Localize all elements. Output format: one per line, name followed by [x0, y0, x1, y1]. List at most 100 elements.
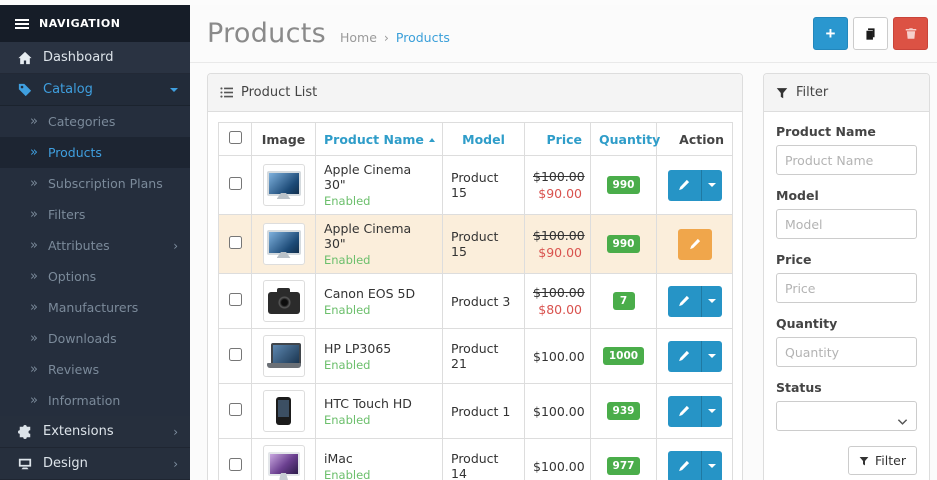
row-image-cell: [252, 215, 316, 274]
pencil-icon: [678, 350, 690, 362]
sidebar-item-label: Categories: [48, 114, 178, 129]
sidebar-item-categories[interactable]: »Categories: [0, 106, 190, 137]
double-angle-icon: »: [30, 269, 38, 284]
delete-product-button[interactable]: [893, 17, 928, 50]
filter-quantity-input[interactable]: [776, 337, 917, 367]
sidebar-item-catalog[interactable]: Catalog: [0, 74, 190, 106]
column-header-label: Model: [462, 132, 505, 147]
column-header-price[interactable]: Price: [525, 123, 591, 156]
sidebar-item-information[interactable]: »Information: [0, 385, 190, 416]
edit-button[interactable]: [678, 229, 712, 260]
edit-dropdown-toggle[interactable]: [701, 286, 722, 317]
column-header-product-name[interactable]: Product Name: [316, 123, 443, 156]
edit-button[interactable]: [668, 451, 701, 480]
list-icon: [220, 86, 233, 99]
sidebar-item-subscription-plans[interactable]: »Subscription Plans: [0, 168, 190, 199]
quantity-badge: 939: [607, 402, 641, 420]
quantity-badge: 7: [613, 292, 635, 310]
column-header-model[interactable]: Model: [443, 123, 525, 156]
row-checkbox[interactable]: [229, 403, 242, 416]
filter-group-product-name: Product Name: [776, 124, 917, 175]
product-image: [263, 335, 305, 377]
row-checkbox[interactable]: [229, 348, 242, 361]
filter-button[interactable]: Filter: [848, 446, 917, 475]
main-content: Products Home › Products +: [190, 5, 937, 480]
select-all-checkbox[interactable]: [229, 131, 242, 144]
table-row: HTC Touch HDEnabledProduct 1$100.00939: [219, 384, 733, 439]
breadcrumb-home[interactable]: Home: [340, 30, 377, 45]
edit-button[interactable]: [668, 170, 701, 201]
puzzle-icon: [15, 425, 35, 439]
pencil-icon: [678, 460, 690, 472]
sidebar-item-design[interactable]: Design ›: [0, 448, 190, 480]
product-image: [263, 164, 305, 206]
filter-button-label: Filter: [875, 453, 906, 468]
sidebar-item-dashboard[interactable]: Dashboard: [0, 42, 190, 74]
edit-dropdown-toggle[interactable]: [701, 170, 722, 201]
row-checkbox[interactable]: [229, 458, 242, 471]
column-header-action: Action: [657, 123, 733, 156]
row-price-cell: $100.00: [525, 439, 591, 480]
monitor-icon: [15, 457, 35, 471]
column-header-quantity[interactable]: Quantity: [591, 123, 657, 156]
product-model: Product 1: [443, 384, 525, 439]
product-price-new: $80.00: [533, 302, 582, 317]
product-model: Product 3: [443, 274, 525, 329]
filter-price-input[interactable]: [776, 273, 917, 303]
chevron-down-icon: [170, 88, 178, 92]
sidebar-item-extensions[interactable]: Extensions ›: [0, 416, 190, 448]
edit-button[interactable]: [668, 396, 701, 427]
row-checkbox[interactable]: [229, 293, 242, 306]
sidebar-item-label: Subscription Plans: [48, 176, 178, 191]
filter-model-input[interactable]: [776, 209, 917, 239]
double-angle-icon: »: [30, 331, 38, 346]
sidebar-item-products[interactable]: »Products: [0, 137, 190, 168]
pencil-icon: [678, 179, 690, 191]
sidebar-item-reviews[interactable]: »Reviews: [0, 354, 190, 385]
edit-button[interactable]: [668, 286, 701, 317]
sidebar-item-label: Information: [48, 393, 178, 408]
catalog-submenu: »Categories»Products»Subscription Plans»…: [0, 106, 190, 416]
edit-dropdown-toggle[interactable]: [701, 451, 722, 480]
product-price-old: $100.00: [533, 169, 582, 184]
edit-dropdown-toggle[interactable]: [701, 396, 722, 427]
row-action-cell: [657, 156, 733, 215]
sidebar-item-filters[interactable]: »Filters: [0, 199, 190, 230]
edit-split-button: [668, 396, 722, 427]
product-status: Enabled: [324, 358, 434, 372]
copy-icon: [864, 27, 877, 41]
copy-product-button[interactable]: [853, 17, 888, 50]
row-select-cell: [219, 156, 252, 215]
filter-group-status: Status: [776, 380, 917, 431]
sidebar: NAVIGATION Dashboard Catalog »Categories…: [0, 5, 190, 480]
add-product-button[interactable]: +: [813, 17, 848, 50]
tag-icon: [15, 83, 35, 97]
sidebar-item-label: Attributes: [48, 238, 173, 253]
products-admin-page: NAVIGATION Dashboard Catalog »Categories…: [0, 0, 937, 480]
edit-dropdown-toggle[interactable]: [701, 341, 722, 372]
filter-label: Quantity: [776, 316, 917, 331]
sidebar-item-options[interactable]: »Options: [0, 261, 190, 292]
product-name: Apple Cinema 30": [324, 221, 434, 251]
column-header-label: Action: [679, 132, 724, 147]
sidebar-item-downloads[interactable]: »Downloads: [0, 323, 190, 354]
double-angle-icon: »: [30, 300, 38, 315]
filter-product-name-input[interactable]: [776, 145, 917, 175]
filter-status-select[interactable]: [776, 401, 917, 431]
product-price-old: $100.00: [533, 285, 582, 300]
apple-cinema-monitor-thumbnail: [267, 230, 301, 258]
caret-down-icon: [708, 299, 716, 303]
edit-button[interactable]: [668, 341, 701, 372]
sidebar-item-attributes[interactable]: »Attributes›: [0, 230, 190, 261]
filter-group-model: Model: [776, 188, 917, 239]
row-name-cell: HTC Touch HDEnabled: [316, 384, 443, 439]
breadcrumb-products[interactable]: Products: [396, 30, 450, 45]
row-checkbox[interactable]: [229, 177, 242, 190]
column-header-label: Image: [262, 132, 306, 147]
row-quantity-cell: 1000: [591, 329, 657, 384]
row-checkbox[interactable]: [229, 236, 242, 249]
row-quantity-cell: 990: [591, 156, 657, 215]
product-name: HP LP3065: [324, 341, 434, 356]
sidebar-item-manufacturers[interactable]: »Manufacturers: [0, 292, 190, 323]
product-model: Product 15: [443, 215, 525, 274]
